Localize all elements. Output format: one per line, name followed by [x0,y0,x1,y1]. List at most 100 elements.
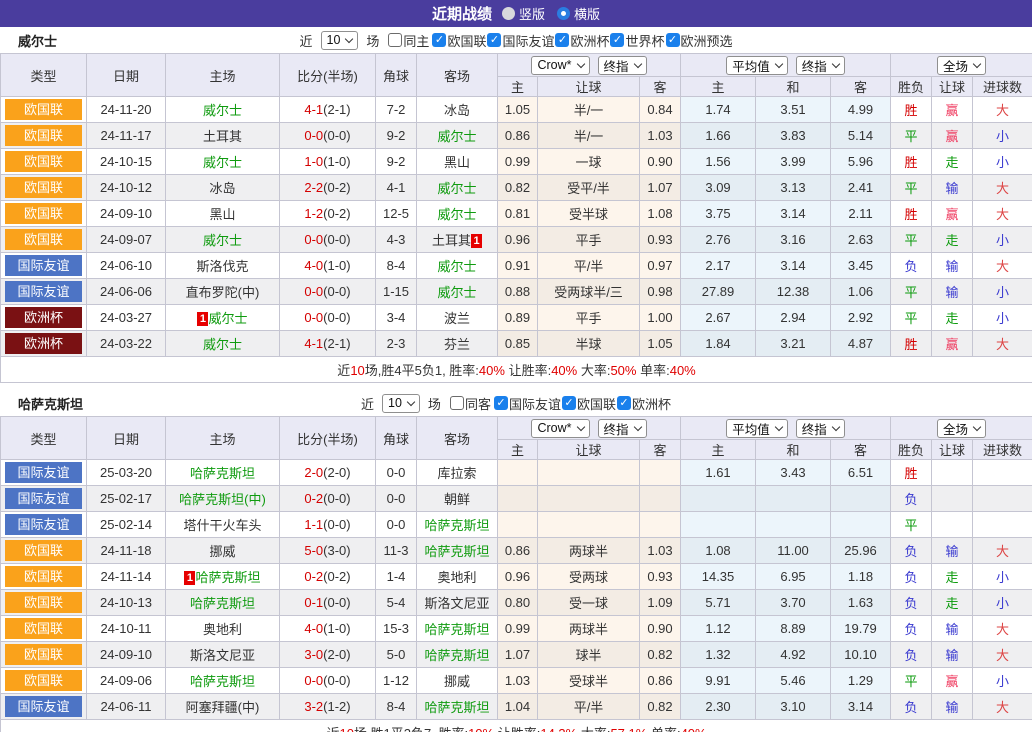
avg-odds-draw: 8.89 [756,616,831,642]
col-type: 类型 [1,54,87,97]
avg-stage-select[interactable]: 终指 [796,419,845,438]
result-goals: 大 [973,616,1032,642]
chevron-down-icon [973,59,981,67]
result-goals: 大 [973,694,1032,720]
team-name: 哈萨克斯坦 [18,394,83,413]
match-score: 3-2(1-2) [280,694,376,720]
avg-odds-away: 5.96 [831,149,891,175]
league-checkbox[interactable]: 欧洲杯 [616,394,671,413]
view-vertical-radio[interactable]: 竖版 [502,4,545,23]
result-winlose-value: 负 [905,622,918,637]
avg-odds-away: 10.10 [831,642,891,668]
result-winlose: 胜 [891,149,932,175]
league-checkbox[interactable]: 欧洲杯 [554,31,609,50]
chevron-down-icon [832,59,840,67]
team-label: 威尔士 [208,311,247,326]
odds-source-select[interactable]: Crow* [531,419,589,438]
summary-stat-value: 14.3% [540,726,577,732]
match-row: 国际友谊25-03-20哈萨克斯坦2-0(2-0)0-0库拉索1.613.436… [1,460,1032,486]
team-label: 威尔士 [203,233,242,248]
avg-odds-away: 19.79 [831,616,891,642]
result-winlose: 平 [891,305,932,331]
avg-group-header: 平均值 终指 [681,54,891,77]
result-handicap-value: 输 [946,648,959,663]
checkbox-icon [666,33,680,47]
odds-source-select[interactable]: Crow* [531,56,589,75]
avg-source-select[interactable]: 平均值 [726,419,788,438]
league-checkbox-label: 欧国联 [447,31,486,50]
result-winlose-value: 胜 [905,155,918,170]
corner-score: 5-0 [376,642,417,668]
handicap-odds-home: 1.04 [498,694,538,720]
match-date: 25-02-17 [87,486,166,512]
result-winlose: 胜 [891,201,932,227]
corner-score: 8-4 [376,253,417,279]
chevron-down-icon [832,422,840,430]
red-card-badge: 1 [197,312,208,326]
scope-select[interactable]: 全场 [937,419,986,438]
same-home-checkbox[interactable]: 同主 [387,31,429,50]
league-type-badge: 欧国联 [5,125,82,146]
handicap-odds-home: 0.86 [498,538,538,564]
full-time-score: 1-1 [304,517,323,532]
avg-odds-away: 4.87 [831,331,891,357]
view-horizontal-radio[interactable]: 横版 [557,4,600,23]
league-checkbox[interactable]: 欧国联 [431,31,486,50]
col-corner: 角球 [376,417,417,460]
league-checkbox[interactable]: 国际友谊 [486,31,554,50]
handicap-odds-away: 0.82 [640,694,681,720]
result-handicap: 输 [932,642,973,668]
home-team: 威尔士 [166,227,280,253]
league-type-cell: 欧国联 [1,590,87,616]
team-label: 威尔士 [437,285,476,300]
home-team: 哈萨克斯坦(中) [166,486,280,512]
match-row: 欧国联24-09-10黑山1-2(0-2)12-5威尔士0.81受半球1.083… [1,201,1032,227]
team-label: 威尔士 [203,337,242,352]
league-checkbox[interactable]: 国际友谊 [493,394,561,413]
summary-text: 大率: [577,363,610,378]
league-checkbox[interactable]: 欧国联 [561,394,616,413]
odds-stage-select[interactable]: 终指 [598,419,647,438]
avg-odds-away: 6.51 [831,460,891,486]
full-time-score: 4-1 [304,102,323,117]
result-handicap: 赢 [932,97,973,123]
home-team: 阿塞拜疆(中) [166,694,280,720]
league-type-badge: 欧洲杯 [5,333,82,354]
avg-source-select[interactable]: 平均值 [726,56,788,75]
col-home: 主场 [166,417,280,460]
league-type-badge: 欧国联 [5,540,82,561]
avg-odds-home: 1.66 [681,123,756,149]
avg-odds-away: 2.92 [831,305,891,331]
league-type-cell: 欧国联 [1,538,87,564]
same-away-checkbox[interactable]: 同客 [449,394,491,413]
result-winlose-value: 平 [905,311,918,326]
scope-select[interactable]: 全场 [937,56,986,75]
avg-odds-home: 1.84 [681,331,756,357]
home-team: 奥地利 [166,616,280,642]
league-checkbox[interactable]: 世界杯 [609,31,664,50]
checkbox-icon [450,396,464,410]
odds-stage-select[interactable]: 终指 [598,56,647,75]
league-checkbox[interactable]: 欧洲预选 [665,31,733,50]
match-score: 4-0(1-0) [280,616,376,642]
avg-source-value: 平均值 [732,56,770,75]
result-goals-value: 小 [996,311,1009,326]
home-team: 斯洛文尼亚 [166,642,280,668]
result-winlose-value: 胜 [905,337,918,352]
recent-count-select[interactable]: 10 [321,31,359,50]
recent-count-select[interactable]: 10 [382,394,420,413]
avg-stage-value: 终指 [802,419,827,438]
league-type-badge: 欧国联 [5,177,82,198]
view-vertical-label: 竖版 [519,4,545,23]
avg-odds-draw: 3.83 [756,123,831,149]
away-team: 哈萨克斯坦 [417,512,498,538]
half-time-score: (0-2) [323,569,350,584]
avg-stage-select[interactable]: 终指 [796,56,845,75]
result-winlose-value: 平 [905,518,918,533]
result-winlose: 负 [891,253,932,279]
avg-odds-home: 2.30 [681,694,756,720]
recent-count-value: 10 [388,396,402,410]
result-handicap: 输 [932,175,973,201]
result-winlose: 负 [891,590,932,616]
result-goals: 大 [973,201,1032,227]
